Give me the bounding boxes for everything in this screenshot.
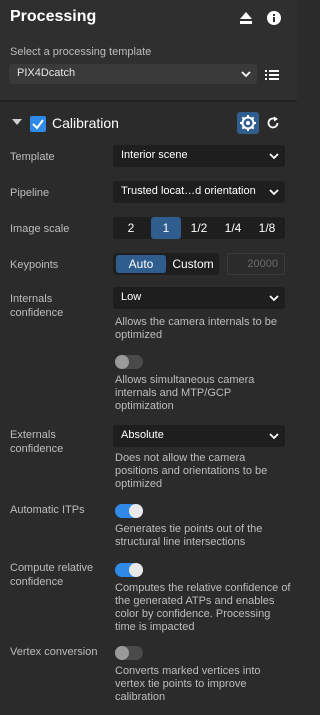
- externals-confidence-value: Absolute: [121, 429, 164, 441]
- calibration-section-header: Calibration: [0, 111, 297, 137]
- gear-icon: [240, 115, 256, 131]
- automatic-itps-toggle[interactable]: [115, 504, 143, 518]
- chevron-down-icon: [269, 187, 279, 197]
- chevron-down-icon: [241, 69, 251, 79]
- internals-mtp-description: Allows simultaneous camera internals and…: [115, 374, 255, 412]
- externals-confidence-label: Externals confidence: [10, 429, 64, 455]
- scale-option-1[interactable]: 1: [151, 217, 181, 239]
- page-title: Processing: [10, 8, 97, 25]
- scale-option-quarter[interactable]: 1/4: [219, 221, 247, 235]
- keypoints-label: Keypoints: [10, 259, 59, 271]
- collapse-triangle-icon[interactable]: [12, 119, 22, 125]
- toggle-knob: [129, 563, 143, 577]
- info-icon[interactable]: [266, 10, 282, 26]
- template-select[interactable]: Interior scene: [113, 145, 285, 167]
- internals-confidence-value: Low: [121, 291, 142, 303]
- calibration-checkbox[interactable]: [30, 116, 46, 132]
- pipeline-value: Trusted locat…d orientation: [121, 185, 256, 197]
- automatic-itps-label: Automatic ITPs: [10, 504, 85, 516]
- processing-template-value: PIX4Dcatch: [17, 67, 76, 79]
- internals-mtp-toggle[interactable]: [115, 355, 143, 369]
- eject-icon[interactable]: [238, 10, 254, 26]
- externals-confidence-description: Does not allow the camera positions and …: [115, 452, 268, 490]
- scale-option-2[interactable]: 2: [117, 221, 145, 235]
- template-label: Template: [10, 151, 55, 163]
- relative-confidence-label: Compute relative confidence: [10, 562, 94, 588]
- image-scale-segmented: 2 1 1/2 1/4 1/8: [113, 217, 285, 239]
- image-scale-label: Image scale: [10, 223, 70, 235]
- keypoints-value-placeholder: 20000: [247, 258, 278, 270]
- keypoints-auto-option[interactable]: Auto: [116, 255, 166, 273]
- list-icon[interactable]: [265, 68, 279, 82]
- toggle-knob: [115, 646, 129, 660]
- relative-confidence-description: Computes the relative confidence of the …: [115, 582, 291, 633]
- chevron-down-icon: [269, 151, 279, 161]
- scale-option-eighth[interactable]: 1/8: [253, 221, 281, 235]
- chevron-down-icon: [269, 293, 279, 303]
- processing-template-select[interactable]: PIX4Dcatch: [9, 64, 257, 84]
- pipeline-select[interactable]: Trusted locat…d orientation: [113, 181, 285, 203]
- chevron-down-icon: [269, 431, 279, 441]
- toggle-knob: [115, 355, 129, 369]
- vertex-conversion-toggle[interactable]: [115, 646, 143, 660]
- automatic-itps-description: Generates tie points out of the structur…: [115, 523, 263, 548]
- internals-confidence-label: Internals confidence: [10, 293, 64, 319]
- keypoints-segmented: Auto Custom: [113, 253, 219, 275]
- calibration-title: Calibration: [52, 115, 119, 131]
- vertex-conversion-label: Vertex conversion: [10, 646, 98, 658]
- externals-confidence-select[interactable]: Absolute: [113, 425, 285, 447]
- pipeline-label: Pipeline: [10, 187, 50, 199]
- internals-confidence-select[interactable]: Low: [113, 287, 285, 309]
- relative-confidence-toggle[interactable]: [115, 563, 143, 577]
- toggle-knob: [129, 504, 143, 518]
- scale-option-half[interactable]: 1/2: [185, 221, 213, 235]
- settings-button[interactable]: [237, 112, 259, 134]
- template-value: Interior scene: [121, 149, 188, 161]
- template-select-label: Select a processing template: [10, 46, 152, 58]
- keypoints-value-field[interactable]: 20000: [227, 253, 285, 275]
- refresh-icon[interactable]: [266, 116, 280, 130]
- vertex-conversion-description: Converts marked vertices into vertex tie…: [115, 665, 261, 703]
- keypoints-custom-option[interactable]: Custom: [169, 257, 217, 271]
- divider: [0, 100, 297, 102]
- internals-confidence-description: Allows the camera internals to be optimi…: [115, 316, 278, 341]
